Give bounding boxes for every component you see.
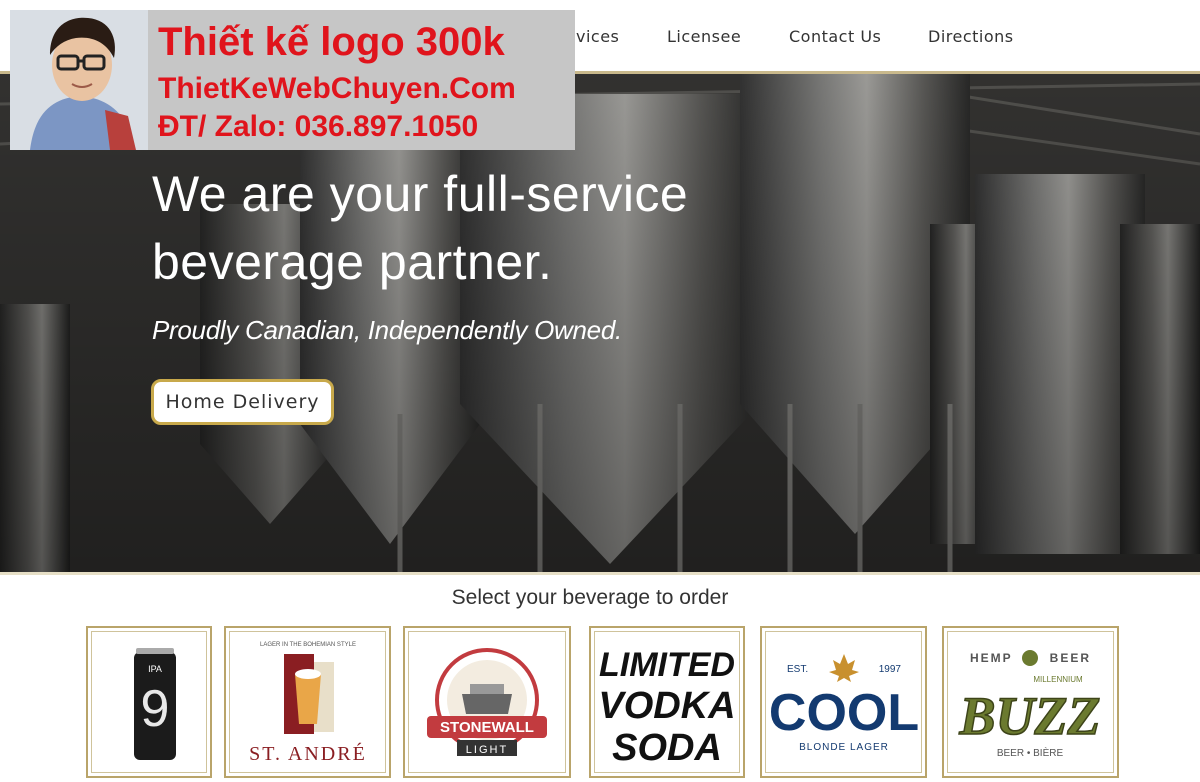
section-title: Select your beverage to order	[451, 586, 729, 609]
nav-item-directions[interactable]: Directions	[928, 27, 1014, 46]
cool-name: COOL	[769, 684, 919, 742]
stonewall-name: STONEWALL	[440, 719, 534, 736]
nav-item-services[interactable]: vices	[576, 27, 619, 46]
page: vices Licensee Contact Us Directions We …	[0, 0, 1200, 782]
lvs-line-1: LIMITED	[599, 646, 735, 684]
ipa-9-can-logo: IPA 9	[134, 648, 176, 760]
hero-title: We are your full-service beverage partne…	[152, 160, 792, 296]
lvs-line-3: SODA	[612, 727, 722, 769]
hero-title-line-2: beverage partner.	[152, 234, 553, 290]
beverage-card-st-andre[interactable]: LAGER IN THE BOHEMIAN STYLE ST. ANDRÉ	[224, 626, 391, 778]
cool-sub: BLONDE LAGER	[799, 742, 889, 753]
stonewall-light: LIGHT	[466, 744, 508, 756]
promo-overlay: Thiết kế logo 300k ThietKeWebChuyen.Com …	[10, 10, 575, 150]
ipa-label: IPA	[148, 664, 162, 674]
hero-title-line-1: We are your full-service	[152, 166, 689, 222]
beverage-card-ipa-9[interactable]: IPA 9	[86, 626, 212, 778]
buzz-hemp: HEMP	[970, 651, 1013, 665]
promo-phone: ĐT/ Zalo: 036.897.1050	[158, 110, 479, 143]
home-delivery-button[interactable]: Home Delivery	[151, 379, 334, 425]
buzz-millennium: MILLENNIUM	[1033, 675, 1083, 684]
cool-logo: EST. 1997 COOL BLONDE LAGER	[769, 654, 919, 753]
lvs-line-2: VODKA	[598, 685, 735, 727]
hero-divider	[0, 572, 1200, 575]
hero-subtitle: Proudly Canadian, Independently Owned.	[152, 315, 622, 345]
st-andre-logo: LAGER IN THE BOHEMIAN STYLE ST. ANDRÉ	[249, 642, 367, 765]
cool-year: 1997	[878, 664, 901, 675]
hemp-leaf-icon	[1022, 650, 1038, 666]
maple-leaf-icon	[828, 654, 859, 682]
st-andre-tagline: LAGER IN THE BOHEMIAN STYLE	[260, 642, 356, 648]
cool-est: EST.	[787, 664, 808, 675]
beverage-card-limited-vodka-soda[interactable]: LIMITED VODKA SODA	[589, 626, 745, 778]
buzz-logo: HEMP BEER MILLENNIUM BUZZ BEER • BIÈRE	[958, 650, 1101, 759]
buzz-name: BUZZ	[959, 686, 1101, 746]
st-andre-name: ST. ANDRÉ	[249, 742, 367, 765]
nav-item-licensee[interactable]: Licensee	[667, 27, 741, 46]
person-avatar-icon	[10, 10, 148, 150]
beverage-card-cool-blonde-lager[interactable]: EST. 1997 COOL BLONDE LAGER	[760, 626, 927, 778]
buzz-sub: BEER • BIÈRE	[997, 746, 1064, 759]
beverage-card-stonewall-light[interactable]: STONEWALL LIGHT	[403, 626, 571, 778]
ipa-number: 9	[141, 680, 170, 738]
stonewall-light-logo: STONEWALL LIGHT	[427, 648, 547, 756]
promo-headline: Thiết kế logo 300k	[158, 20, 505, 64]
limited-vodka-soda-logo: LIMITED VODKA SODA	[598, 646, 735, 769]
buzz-beer: BEER	[1050, 651, 1091, 665]
promo-website[interactable]: ThietKeWebChuyen.Com	[158, 72, 516, 106]
nav-item-contact-us[interactable]: Contact Us	[789, 27, 881, 46]
person-photo	[10, 10, 148, 150]
beverage-card-millennium-buzz[interactable]: HEMP BEER MILLENNIUM BUZZ BEER • BIÈRE	[942, 626, 1119, 778]
